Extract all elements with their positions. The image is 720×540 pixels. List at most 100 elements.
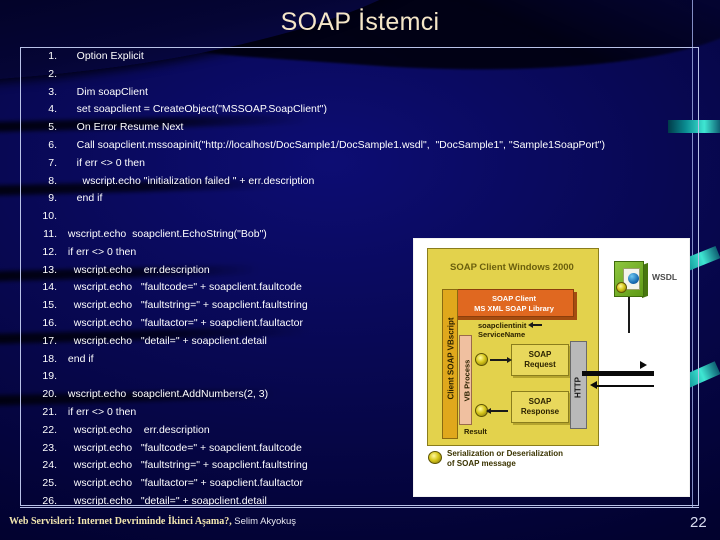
network-outbound-line [582,371,654,376]
soap-client-architecture-diagram: SOAP Client Windows 2000 SOAP Client MS … [413,238,690,497]
legend-gear-icon [428,451,442,464]
slide-title: SOAP İstemci [280,8,440,36]
code-line-text: Call soapclient.mssoapinit("http://local… [65,138,606,151]
code-line-number: 1. [48,50,57,62]
code-line-text: wscript.echo err.description [65,263,210,276]
code-line-number: 12. [42,245,57,258]
code-line-number: 21. [42,405,57,418]
code-line-number: 14. [42,281,57,294]
network-outbound-arrow-icon [640,361,647,369]
code-line-text: wscript.echo "detail=" + soapclient.deta… [65,334,267,347]
code-line-number: 15. [42,299,57,312]
code-line: 3. Dim soapClient [21,84,698,102]
result-label: Result [464,427,487,436]
network-inbound-line [596,385,654,387]
soap-response-box: SOAP Response [511,391,569,423]
code-line-number: 24. [42,459,57,472]
footer-title: Web Servisleri: Internet Devriminde İkin… [9,516,232,527]
code-line-number: 8. [48,174,57,187]
legend-line2: of SOAP message [447,458,516,468]
code-line-text: wscript.echo "faultstring=" + soapclient… [65,299,308,312]
footer-author: Selim Akyokuş [234,516,297,527]
code-line-number: 6. [48,138,57,151]
code-line-number: 2. [48,67,57,80]
soap-library-box: SOAP Client MS XML SOAP Library [454,289,574,317]
globe-icon [628,273,639,284]
code-line-text: if err <> 0 then [65,405,137,418]
footer-divider [20,507,699,508]
code-line: 4. set soapclient = CreateObject("MSSOAP… [21,101,698,119]
code-line-text: end if [65,352,94,365]
request-arrow-icon [490,357,512,362]
code-line-text: wscript.echo "faultcode=" + soapclient.f… [65,441,302,454]
wsdl-icon [614,261,644,297]
wsdl-connector-line [628,297,630,333]
code-line: 5. On Error Resume Next [21,119,698,137]
code-line-text: wscript.echo "faultactor=" + soapclient.… [65,316,303,329]
code-line: 9. end if [21,190,698,208]
code-line-text: wscript.echo "faultstring=" + soapclient… [65,459,308,472]
code-line-text: wscript.echo soapclient.EchoString("Bob"… [65,227,267,240]
code-line-text: wscript.echo "faultactor=" + soapclient.… [65,477,303,490]
soapclientinit-label: soapclientinit [478,321,527,330]
code-line-number: 26. [42,494,57,506]
soap-response-line1: SOAP [528,397,552,406]
code-line-number: 10. [42,210,57,223]
soap-response-line2: Response [520,407,560,416]
soap-request-line1: SOAP [528,350,552,359]
slide-canvas: SOAP İstemci 1. Option Explicit 2. 3. Dim … [0,0,720,540]
code-line-text: end if [65,192,103,205]
response-arrow-icon [486,408,508,413]
soap-library-line2: MS XML SOAP Library [474,304,554,313]
code-line-text: wscript.echo "faultcode=" + soapclient.f… [65,281,302,294]
code-line: 10. [21,208,698,226]
code-line-text: if err <> 0 then [65,156,145,169]
code-line: 8. wscript.echo "initialization failed "… [21,173,698,191]
code-line-number: 17. [42,334,57,347]
http-label: HTTP [573,377,583,398]
code-line-text: Dim soapClient [65,85,148,98]
legend-text: Serialization or Deserialization of SOAP… [447,449,563,468]
network-inbound-arrow-icon [590,381,597,389]
client-soap-vbscript-label: Client SOAP VBscript [446,317,456,400]
init-arrow-icon [528,322,542,327]
soap-client-panel: SOAP Client Windows 2000 SOAP Client MS … [427,248,599,446]
soap-library-line1: SOAP Client [491,294,537,303]
vb-process-bar: VB Process [459,335,472,425]
code-line-number: 16. [42,316,57,329]
panel-title: SOAP Client Windows 2000 [450,262,574,273]
page-number: 22 [690,514,707,531]
serialization-gear-icon [475,353,488,366]
vb-process-label: VB Process [462,359,472,402]
code-line-text: if err <> 0 then [65,245,137,258]
code-line-number: 20. [42,388,57,401]
soap-request-line2: Request [524,360,556,369]
soap-request-box: SOAP Request [511,344,569,376]
code-line-number: 7. [48,156,57,169]
code-line-number: 11. [43,227,57,240]
code-line-text: On Error Resume Next [65,121,184,134]
wsdl-gear-icon [616,282,627,293]
code-line: 7. if err <> 0 then [21,155,698,173]
code-line-text: Option Explicit [65,50,144,62]
code-line-number: 23. [42,441,57,454]
http-bar: HTTP [570,341,587,429]
code-line-text: set soapclient = CreateObject("MSSOAP.So… [65,103,328,116]
code-line-number: 3. [48,85,57,98]
code-line-number: 22. [42,423,57,436]
code-line-number: 18. [42,352,57,365]
code-line-text: wscript.echo "initialization failed " + … [65,174,315,187]
code-line-text: wscript.echo "detail=" + soapclient.deta… [65,494,267,506]
client-soap-vbscript-bar: Client SOAP VBscript [442,289,458,439]
code-line-number: 13. [42,263,57,276]
legend-line1: Serialization or Deserialization [447,449,564,458]
code-line: 6. Call soapclient.mssoapinit("http://lo… [21,137,698,155]
code-line-number: 25. [42,477,57,490]
code-line-number: 9. [48,192,57,205]
code-line: 1. Option Explicit [21,48,698,66]
servicename-label: ServiceName [478,330,526,339]
code-line-number: 19. [42,370,57,383]
code-line-text: wscript.echo err.description [65,423,210,436]
code-line-number: 5. [48,121,57,134]
code-line-text: wscript.echo soapclient.AddNumbers(2, 3) [65,388,269,401]
